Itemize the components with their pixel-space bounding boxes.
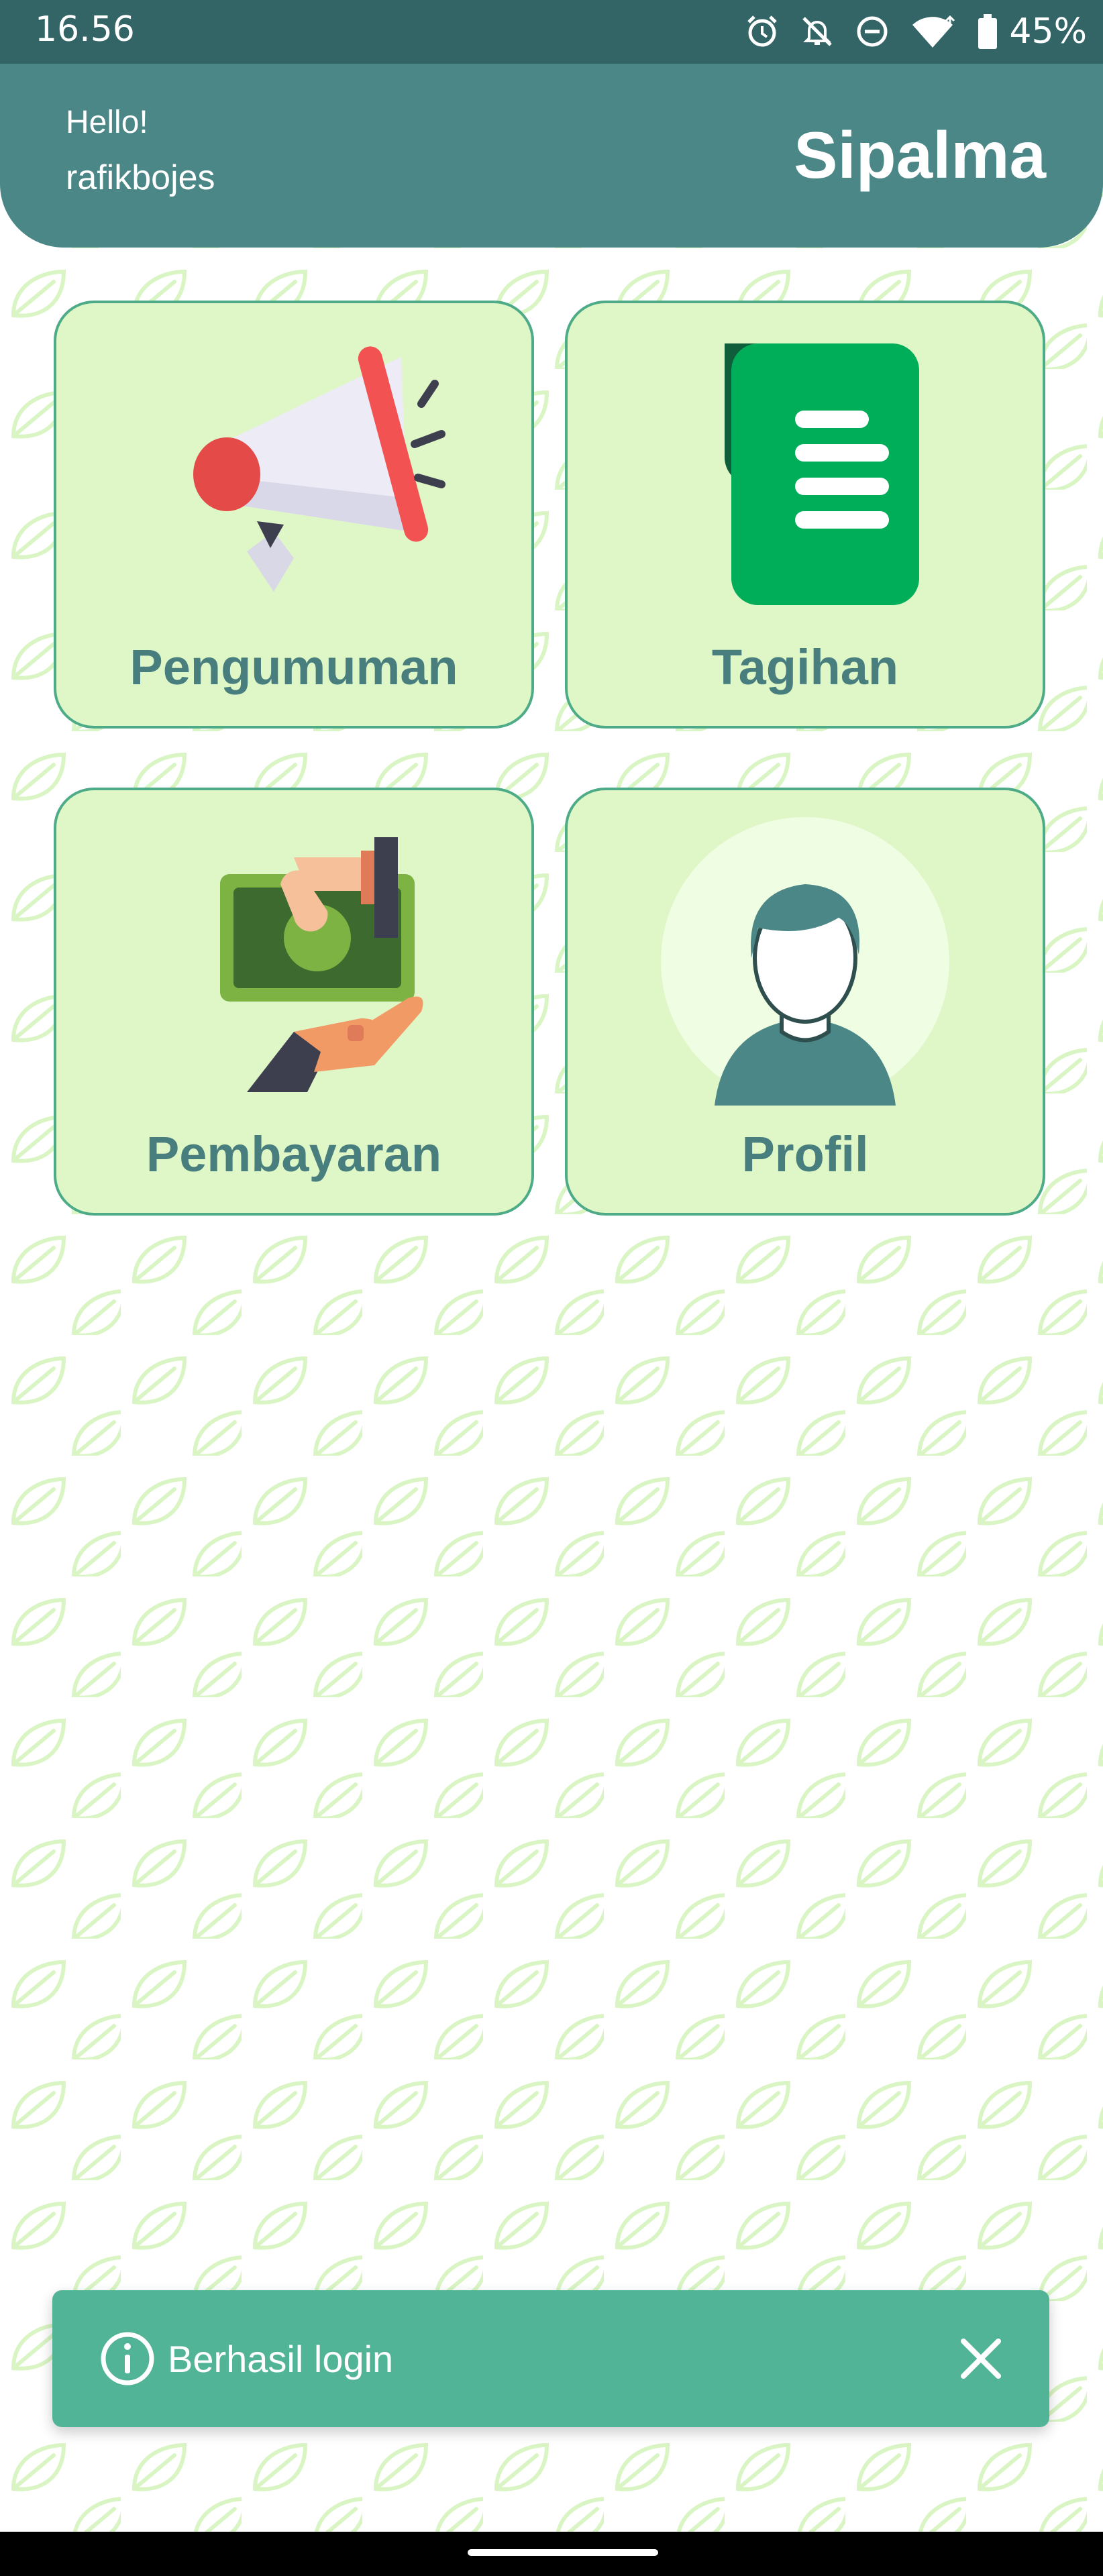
menu-label-tagihan: Tagihan: [711, 639, 899, 695]
menu-card-pengumuman[interactable]: Pengumuman: [54, 301, 534, 729]
status-bar: 16.56 45%: [0, 0, 1103, 64]
app-title: Sipalma: [794, 118, 1046, 192]
greeting: Hello!: [66, 105, 148, 140]
payment-cash-icon: [56, 817, 531, 1092]
app-header: Hello! rafikbojes Sipalma: [0, 64, 1103, 248]
menu-card-tagihan[interactable]: Tagihan: [565, 301, 1045, 729]
system-nav-bar: [0, 2532, 1103, 2576]
login-success-snackbar: Berhasil login: [52, 2290, 1049, 2427]
status-time: 16.56: [35, 9, 135, 50]
battery-icon: [977, 13, 998, 50]
battery-percent: 45%: [1009, 11, 1087, 52]
menu-label-pembayaran: Pembayaran: [146, 1126, 442, 1182]
do-not-disturb-icon: [853, 13, 891, 50]
status-icons: 45%: [743, 8, 1087, 55]
bell-off-icon: [798, 13, 836, 50]
bill-document-icon: [568, 330, 1043, 605]
username: rafikbojes: [66, 158, 215, 197]
menu-label-pengumuman: Pengumuman: [129, 639, 458, 695]
menu-card-profil[interactable]: Profil: [565, 788, 1045, 1216]
menu-label-profil: Profil: [741, 1126, 869, 1182]
user-avatar-icon: [568, 817, 1043, 1106]
megaphone-icon: [56, 330, 531, 598]
snackbar-message: Berhasil login: [168, 2338, 394, 2380]
home-gesture-handle[interactable]: [468, 2549, 658, 2556]
wifi-icon: [908, 13, 959, 50]
alarm-icon: [743, 13, 781, 50]
info-icon: [99, 2330, 156, 2390]
menu-card-pembayaran[interactable]: Pembayaran: [54, 788, 534, 1216]
close-icon[interactable]: [953, 2330, 1009, 2387]
